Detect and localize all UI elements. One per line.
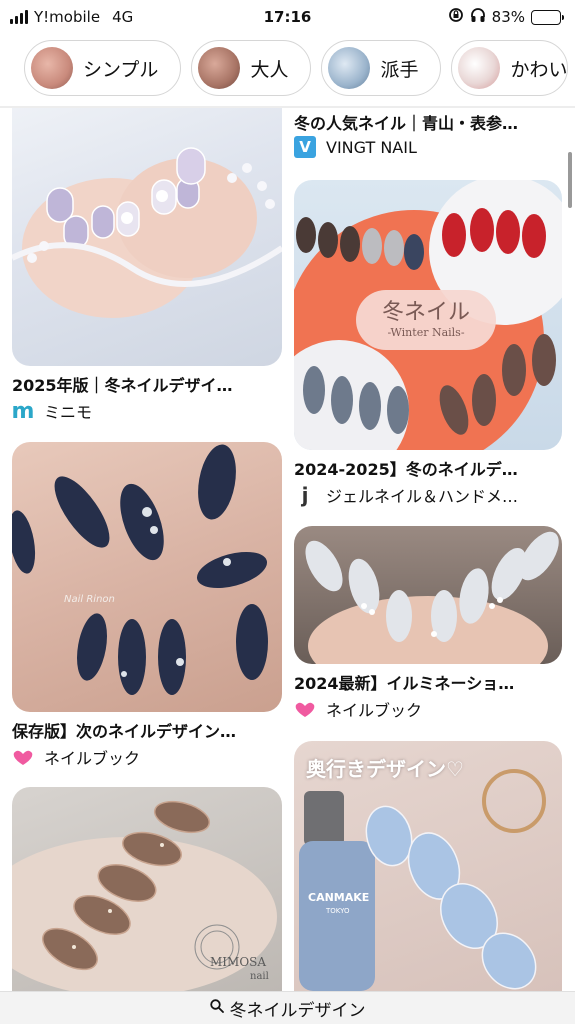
silver-nails-illustration (305, 531, 559, 664)
category-chips: シンプル 大人 派手 かわい (0, 40, 575, 102)
minimo-logo-icon: m (11, 398, 35, 424)
chip-adult[interactable]: 大人 (191, 40, 312, 96)
pin-source[interactable]: V VINGT NAIL (294, 136, 417, 158)
chip-thumbnail (31, 47, 73, 89)
bottle-sub: TOKYO (326, 907, 350, 915)
pin-source[interactable]: j ジェルネイル＆ハンドメ… (294, 483, 518, 507)
nailbook-heart-icon (294, 698, 316, 720)
scrollbar[interactable] (568, 152, 572, 208)
pin-title[interactable]: 2024-2025】冬のネイルデ… (294, 456, 560, 480)
pin-image-navy-nails[interactable]: Nail Rinon (12, 442, 282, 712)
search-icon (209, 998, 224, 1018)
pin-source[interactable]: ネイルブック (294, 697, 422, 721)
chip-label: かわい (510, 58, 568, 81)
pin-image-blue-canmake[interactable]: 奥行きデザイン♡ CANMAKE TOKYO (294, 741, 562, 991)
jel-logo-icon: j (301, 483, 309, 507)
pin-image-winter-pastel[interactable] (12, 108, 282, 366)
nailbook-heart-icon (12, 746, 34, 768)
source-name: ジェルネイル＆ハンドメ… (326, 487, 519, 506)
chip-thumbnail (458, 47, 501, 89)
chip-label: シンプル (83, 58, 159, 81)
pin-source[interactable]: ネイルブック (12, 745, 140, 769)
chip-label: 大人 (250, 58, 289, 81)
source-name: ネイルブック (44, 749, 141, 768)
carrier-label: Y!mobile (34, 8, 101, 26)
pastel-nails-illustration (12, 147, 282, 318)
pin-title[interactable]: 2025年版｜冬ネイルデザイ… (12, 372, 278, 396)
vingt-logo-icon: V (294, 136, 316, 158)
chips-divider (0, 106, 575, 108)
status-left: Y!mobile 4G (10, 8, 133, 26)
poster-subtitle: -Winter Nails- (387, 326, 465, 339)
pin-feed: 冬の人気ネイル｜青山・表参… V VINGT NAIL 2025年版｜冬ネイルデ… (0, 108, 575, 991)
navy-nails-illustration (12, 444, 268, 695)
clock: 17:16 (263, 8, 312, 26)
chip-thumbnail (328, 47, 371, 89)
headphones-icon (470, 7, 486, 27)
chip-thumbnail (198, 47, 241, 89)
status-bar: Y!mobile 4G 17:16 83% (0, 0, 575, 34)
signal-icon (10, 10, 28, 24)
pin-source[interactable]: m ミニモ (11, 398, 93, 424)
pin-image-silver-nails[interactable] (294, 526, 562, 664)
image-watermark-sub: nail (250, 971, 269, 982)
source-name: ネイルブック (326, 701, 423, 720)
chip-simple[interactable]: シンプル (24, 40, 182, 96)
source-name: VINGT NAIL (326, 137, 417, 157)
bottle-brand: CANMAKE (308, 891, 370, 904)
chip-cute[interactable]: かわい (451, 40, 569, 96)
pin-image-brown-nails[interactable]: MIMOSA nail (12, 787, 282, 991)
search-bar[interactable]: 冬ネイルデザイン (0, 991, 575, 1024)
pin-caption: 奥行きデザイン♡ (306, 757, 464, 781)
poster-title: 冬ネイル (381, 300, 470, 325)
image-watermark: Nail Rinon (64, 594, 115, 605)
pin-title[interactable]: 2024最新】イルミネーショ… (294, 670, 560, 694)
pin-image-winter-nails-poster[interactable]: 冬ネイル -Winter Nails- (294, 180, 562, 450)
rotation-lock-icon (448, 7, 464, 27)
search-query: 冬ネイルデザイン (229, 1000, 366, 1021)
chip-flashy[interactable]: 派手 (321, 40, 442, 96)
status-right: 83% (448, 7, 564, 27)
battery-icon (531, 9, 564, 25)
source-name: ミニモ (44, 403, 93, 422)
network-label: 4G (112, 8, 134, 26)
battery-percent: 83% (491, 8, 525, 26)
image-watermark: MIMOSA (210, 955, 267, 969)
chip-label: 派手 (380, 58, 419, 81)
pin-title[interactable]: 保存版】次のネイルデザイン… (12, 718, 278, 742)
pin-title[interactable]: 冬の人気ネイル｜青山・表参… (294, 110, 560, 134)
